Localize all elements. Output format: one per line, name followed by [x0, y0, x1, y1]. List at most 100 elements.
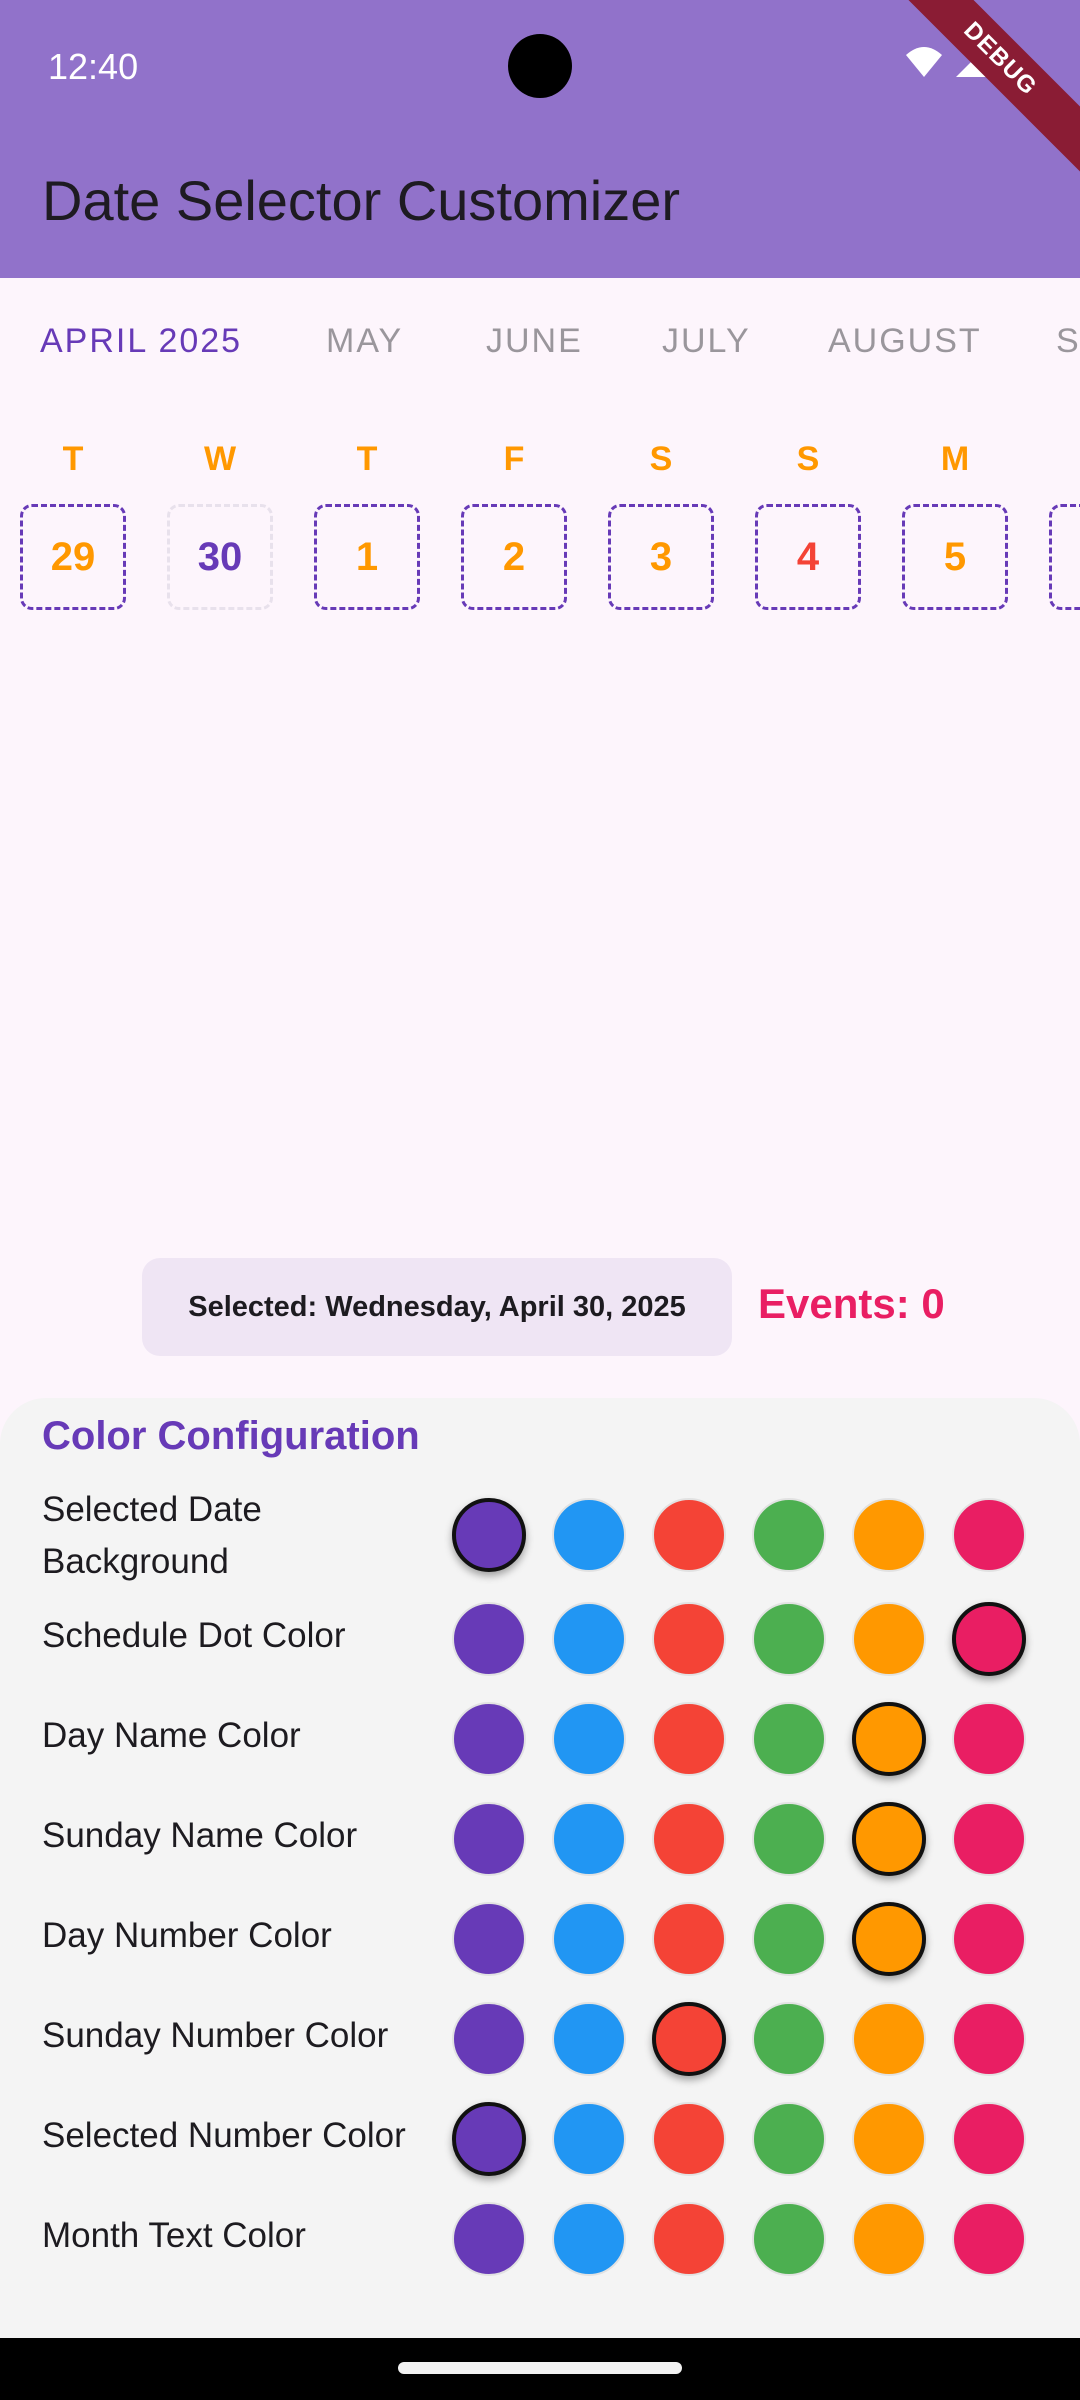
- day-item-partial[interactable]: [1047, 430, 1080, 614]
- color-swatch-red[interactable]: [652, 1802, 726, 1876]
- app-bar: 12:40 DEBUG Date Selector Customizer: [0, 0, 1080, 278]
- config-row-label: Day Name Color: [42, 1716, 301, 1755]
- day-name: F: [503, 440, 525, 478]
- config-row-label: Month Text Color: [42, 2216, 306, 2255]
- home-gesture-bar[interactable]: [398, 2362, 682, 2374]
- color-swatch-pink[interactable]: [952, 1902, 1026, 1976]
- day-item[interactable]: T 1: [312, 430, 422, 614]
- color-swatch-red[interactable]: [652, 2002, 726, 2076]
- color-swatch-pink[interactable]: [952, 1602, 1026, 1676]
- month-tab-july[interactable]: JULY: [662, 322, 751, 361]
- color-swatch-green[interactable]: [752, 1498, 826, 1572]
- color-swatch-red[interactable]: [652, 1498, 726, 1572]
- wifi-icon: [906, 47, 942, 77]
- day-item-selected[interactable]: W 30: [165, 430, 275, 614]
- color-swatch-orange[interactable]: [852, 1702, 926, 1776]
- color-swatch-green[interactable]: [752, 1802, 826, 1876]
- day-name: S: [649, 440, 673, 478]
- color-swatch-purple[interactable]: [452, 2202, 526, 2276]
- color-swatch-green[interactable]: [752, 2202, 826, 2276]
- month-tab-may[interactable]: MAY: [326, 322, 403, 361]
- color-swatch-green[interactable]: [752, 1702, 826, 1776]
- month-tab-august[interactable]: AUGUST: [828, 322, 982, 361]
- color-swatch-blue[interactable]: [552, 2202, 626, 2276]
- color-swatch-orange[interactable]: [852, 1498, 926, 1572]
- color-swatch-blue[interactable]: [552, 1602, 626, 1676]
- color-swatch-purple[interactable]: [452, 1498, 526, 1572]
- month-tab-september[interactable]: S: [1056, 322, 1080, 361]
- color-swatch-purple[interactable]: [452, 1702, 526, 1776]
- day-number[interactable]: 3: [608, 504, 714, 610]
- selected-date-chip: Selected: Wednesday, April 30, 2025: [142, 1258, 732, 1356]
- day-name: T: [62, 440, 84, 478]
- color-swatch-purple[interactable]: [452, 1602, 526, 1676]
- camera-cutout: [508, 34, 572, 98]
- color-swatch-orange[interactable]: [852, 1802, 926, 1876]
- color-swatch-blue[interactable]: [552, 1802, 626, 1876]
- color-swatch-purple[interactable]: [452, 2102, 526, 2176]
- color-swatch-orange[interactable]: [852, 1902, 926, 1976]
- debug-banner: DEBUG: [877, 0, 1080, 182]
- color-swatch-purple[interactable]: [452, 1902, 526, 1976]
- color-swatch-purple[interactable]: [452, 2002, 526, 2076]
- color-swatch-purple[interactable]: [452, 1802, 526, 1876]
- color-config-panel: Color Configuration Selected Date Backgr…: [0, 1398, 1080, 2338]
- panel-title: Color Configuration: [42, 1414, 420, 1458]
- day-number[interactable]: 1: [314, 504, 420, 610]
- color-swatch-blue[interactable]: [552, 1498, 626, 1572]
- color-swatch-green[interactable]: [752, 1902, 826, 1976]
- color-swatch-pink[interactable]: [952, 2202, 1026, 2276]
- day-box-partial[interactable]: [1049, 504, 1080, 610]
- day-number[interactable]: 30: [167, 504, 273, 610]
- day-number[interactable]: 2: [461, 504, 567, 610]
- day-name: M: [940, 440, 970, 478]
- page-title: Date Selector Customizer: [42, 169, 681, 232]
- color-swatch-pink[interactable]: [952, 2102, 1026, 2176]
- day-item-sunday[interactable]: S 4: [753, 430, 863, 614]
- config-row-label: Selected Number Color: [42, 2116, 406, 2155]
- color-swatch-green[interactable]: [752, 1602, 826, 1676]
- day-number[interactable]: 29: [20, 504, 126, 610]
- events-count: Events: 0: [758, 1280, 945, 1327]
- config-row-label: Sunday Number Color: [42, 2016, 389, 2055]
- color-swatch-orange[interactable]: [852, 1602, 926, 1676]
- day-name: W: [203, 440, 237, 478]
- color-swatch-orange[interactable]: [852, 2102, 926, 2176]
- color-swatch-red[interactable]: [652, 1602, 726, 1676]
- day-item[interactable]: M 5: [900, 430, 1010, 614]
- navigation-bar: [0, 2338, 1080, 2400]
- color-swatch-pink[interactable]: [952, 1498, 1026, 1572]
- day-item[interactable]: T 29: [18, 430, 128, 614]
- screen: 12:40 DEBUG Date Selector Customizer APR…: [0, 0, 1080, 2400]
- color-swatch-orange[interactable]: [852, 2002, 926, 2076]
- color-swatch-red[interactable]: [652, 2102, 726, 2176]
- day-item[interactable]: F 2: [459, 430, 569, 614]
- config-row-label: Schedule Dot Color: [42, 1616, 346, 1655]
- month-tab-april[interactable]: APRIL 2025: [40, 322, 242, 361]
- day-selector: T 29 W 30 T 1 F 2 S 3 S 4 M 5: [0, 430, 1080, 630]
- color-swatch-pink[interactable]: [952, 1802, 1026, 1876]
- status-time: 12:40: [48, 46, 139, 87]
- color-swatch-green[interactable]: [752, 2002, 826, 2076]
- color-swatch-blue[interactable]: [552, 1702, 626, 1776]
- color-swatch-green[interactable]: [752, 2102, 826, 2176]
- day-name: S: [796, 440, 820, 478]
- month-tab-june[interactable]: JUNE: [486, 322, 583, 361]
- color-swatch-blue[interactable]: [552, 1902, 626, 1976]
- day-number[interactable]: 5: [902, 504, 1008, 610]
- color-swatch-pink[interactable]: [952, 2002, 1026, 2076]
- color-swatch-blue[interactable]: [552, 2102, 626, 2176]
- day-item[interactable]: S 3: [606, 430, 716, 614]
- month-selector: APRIL 2025 MAY JUNE JULY AUGUST S: [0, 322, 1080, 382]
- day-name: T: [356, 440, 378, 478]
- day-number[interactable]: 4: [755, 504, 861, 610]
- color-swatch-red[interactable]: [652, 1702, 726, 1776]
- color-swatch-pink[interactable]: [952, 1702, 1026, 1776]
- color-swatch-red[interactable]: [652, 2202, 726, 2276]
- config-row-label: Selected Date Background: [42, 1490, 262, 1581]
- color-swatch-red[interactable]: [652, 1902, 726, 1976]
- color-swatch-blue[interactable]: [552, 2002, 626, 2076]
- color-swatch-orange[interactable]: [852, 2202, 926, 2276]
- config-row-label: Sunday Name Color: [42, 1816, 358, 1855]
- config-row-label: Day Number Color: [42, 1916, 332, 1955]
